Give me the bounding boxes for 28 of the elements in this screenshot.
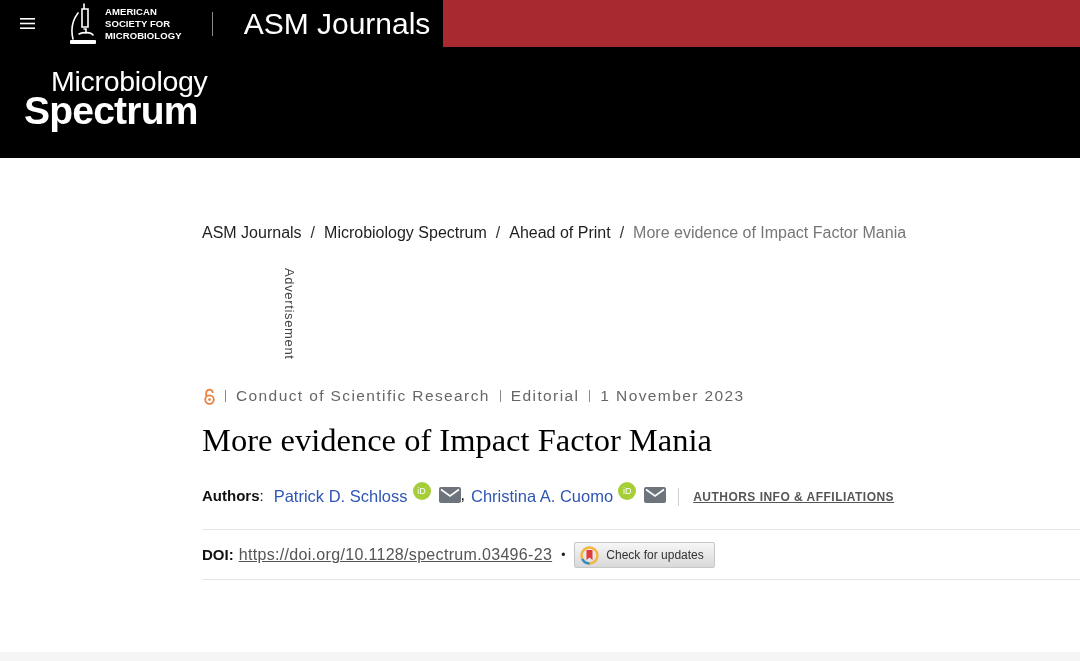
affiliations-link[interactable]: AUTHORS INFO & AFFILIATIONS xyxy=(693,488,895,506)
breadcrumb-separator: / xyxy=(494,223,502,243)
check-for-updates-button[interactable]: Check for updates xyxy=(574,542,715,568)
doi-link[interactable]: https://doi.org/10.1128/spectrum.03496-23 xyxy=(238,543,553,567)
menu-icon[interactable] xyxy=(20,18,35,29)
breadcrumb-link[interactable]: ASM Journals xyxy=(202,221,302,245)
article-meta[interactable]: Conduct of Scientific Research xyxy=(236,384,490,408)
site-title[interactable]: ASM Journals xyxy=(243,8,431,39)
article-meta: 1 November 2023 xyxy=(600,386,745,407)
article-meta[interactable]: Editorial xyxy=(510,384,580,408)
author-link[interactable]: Patrick D. Schloss xyxy=(273,485,408,507)
microscope-logo-icon xyxy=(69,2,97,45)
envelope-icon[interactable] xyxy=(438,487,461,503)
doi-label: DOI: xyxy=(202,544,234,565)
authors-label: Authors: xyxy=(202,485,264,506)
breadcrumb-separator: / xyxy=(309,223,317,243)
breadcrumb-link[interactable]: Ahead of Print xyxy=(509,221,611,245)
breadcrumb-separator: / xyxy=(618,223,626,243)
author-link[interactable]: Christina A. Cuomo xyxy=(471,485,614,507)
breadcrumb-link[interactable]: Microbiology Spectrum xyxy=(324,221,487,245)
author-separator: , xyxy=(460,485,465,505)
society-name[interactable]: AMERICAN SOCIETY FOR MICROBIOLOGY xyxy=(97,0,182,47)
bookmark-ring-icon xyxy=(580,545,600,565)
advertisement-label: Advertisement xyxy=(282,268,296,360)
article-title: More evidence of Impact Factor Mania xyxy=(202,422,712,458)
breadcrumb-current: More evidence of Impact Factor Mania xyxy=(633,223,907,243)
bullet-separator: • xyxy=(561,547,566,564)
envelope-icon[interactable] xyxy=(644,487,667,503)
